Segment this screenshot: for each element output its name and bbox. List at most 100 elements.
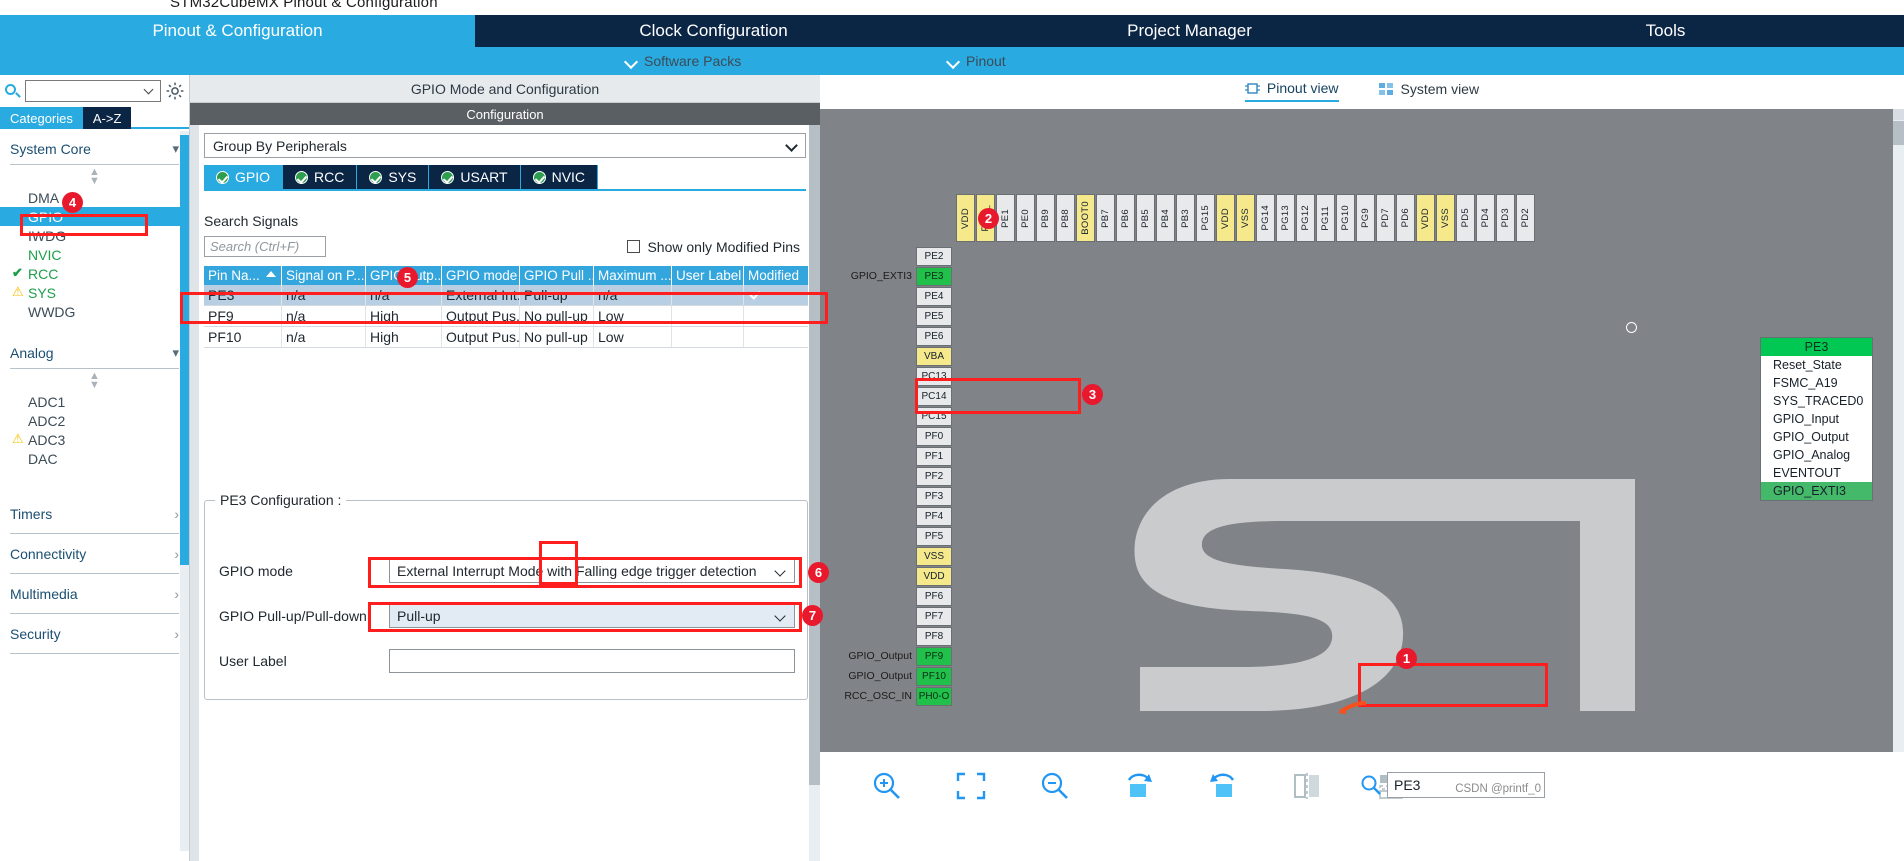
chip-pin-top[interactable]: VDD: [1216, 194, 1235, 242]
sidebar-item-adc2[interactable]: ADC2: [10, 411, 179, 430]
gpio-mode-select[interactable]: External Interrupt Mode with Falling edg…: [389, 559, 795, 583]
cell-modified[interactable]: [744, 285, 808, 305]
chip-pin-top[interactable]: PD4: [1476, 194, 1495, 242]
chip-pin-top[interactable]: PG12: [1296, 194, 1315, 242]
col-user-label[interactable]: User Label: [672, 266, 744, 285]
chip-pin-left[interactable]: PF0: [916, 427, 952, 446]
sidebar-item-dma[interactable]: DMA: [10, 188, 179, 207]
zoom-out-icon[interactable]: [1038, 770, 1072, 802]
chip-pin-top[interactable]: PG14: [1256, 194, 1275, 242]
chip-pin-left[interactable]: PF2: [916, 467, 952, 486]
tab-gpio[interactable]: GPIO: [204, 165, 284, 189]
sidebar-item-gpio[interactable]: GPIO: [0, 207, 180, 226]
chip-pin-top[interactable]: PD7: [1376, 194, 1395, 242]
chip-pin-left[interactable]: PF8: [916, 627, 952, 646]
rotate-left-icon[interactable]: [1122, 770, 1156, 802]
chip-pin-top[interactable]: PB9: [1036, 194, 1055, 242]
tab-usart[interactable]: USART: [429, 165, 521, 189]
chip-pin-top[interactable]: PG10: [1336, 194, 1355, 242]
tab-tools[interactable]: Tools: [1428, 15, 1904, 47]
sidebar-scrollbar[interactable]: [180, 131, 189, 851]
sidebar-section-header[interactable]: Analog ▾: [10, 345, 179, 369]
chip-pin-left[interactable]: PE6: [916, 327, 952, 346]
chip-pin-left[interactable]: PE4: [916, 287, 952, 306]
pin-search-input[interactable]: PE3 CSDN @printf_0: [1387, 772, 1545, 798]
chip-pin-top[interactable]: PG15: [1196, 194, 1215, 242]
sidebar-scroll-spinner[interactable]: ▲ ▼: [10, 369, 179, 391]
chip-pin-top[interactable]: VSS: [1236, 194, 1255, 242]
rotate-right-icon[interactable]: [1206, 770, 1240, 802]
pinout-scrollbar-thumb[interactable]: [1893, 121, 1904, 145]
chip-pin-top[interactable]: PB7: [1096, 194, 1115, 242]
chip-pin-left[interactable]: PC15: [916, 407, 952, 426]
chip-pin-left[interactable]: PF4: [916, 507, 952, 526]
group-by-select[interactable]: Group By Peripherals: [204, 133, 806, 158]
sidebar-section-multimedia[interactable]: Multimedia ›: [10, 574, 179, 614]
sidebar-scrollbar-thumb[interactable]: [180, 135, 189, 565]
signal-search-input[interactable]: Search (Ctrl+F): [204, 236, 326, 257]
chip-pin-top[interactable]: PB5: [1136, 194, 1155, 242]
chip-pin-top[interactable]: PG11: [1316, 194, 1335, 242]
col-gpio-pull[interactable]: GPIO Pull ...: [520, 266, 594, 285]
chip-pin-left[interactable]: VSS: [916, 547, 952, 566]
tab-rcc[interactable]: RCC: [283, 165, 358, 189]
chip-pin-left[interactable]: PF7: [916, 607, 952, 626]
menu-item-sys-traced0[interactable]: SYS_TRACED0: [1761, 392, 1872, 410]
chip-pin-top[interactable]: PD3: [1496, 194, 1515, 242]
chip-pin-top[interactable]: PB4: [1156, 194, 1175, 242]
tab-clock-configuration[interactable]: Clock Configuration: [476, 15, 952, 47]
sidebar-section-security[interactable]: Security ›: [10, 614, 179, 654]
col-modified[interactable]: Modified: [744, 266, 808, 285]
checkbox-icon[interactable]: [627, 240, 641, 253]
sidebar-scroll-spinner[interactable]: ▲ ▼: [10, 165, 179, 187]
chip-pin-top[interactable]: PD6: [1396, 194, 1415, 242]
chip-pin-left[interactable]: PH0-O: [916, 687, 952, 706]
table-row[interactable]: PF10 n/a High Output Pus... No pull-up .…: [204, 327, 808, 348]
menu-item-gpio-output[interactable]: GPIO_Output: [1761, 428, 1872, 446]
chip-pin-left[interactable]: VDD: [916, 567, 952, 586]
tab-sys[interactable]: SYS: [357, 165, 430, 189]
cell-modified[interactable]: [744, 327, 808, 347]
chip-pin-top[interactable]: PG9: [1356, 194, 1375, 242]
table-row[interactable]: PF9 n/a High Output Pus... No pull-up ..…: [204, 306, 808, 327]
tab-project-manager[interactable]: Project Manager: [952, 15, 1428, 47]
chip-pin-left[interactable]: PF10: [916, 667, 952, 686]
sidebar-item-sys[interactable]: ⚠ SYS: [10, 283, 179, 302]
chip-pin-top[interactable]: PD2: [1516, 194, 1535, 242]
pinout-scrollbar[interactable]: [1893, 109, 1904, 827]
menu-item-gpio-analog[interactable]: GPIO_Analog: [1761, 446, 1872, 464]
zoom-in-icon[interactable]: [870, 770, 904, 802]
sidebar-item-nvic[interactable]: NVIC: [10, 245, 179, 264]
tab-pinout-configuration[interactable]: Pinout & Configuration: [0, 15, 476, 47]
chip-pin-top[interactable]: BOOT0: [1076, 194, 1095, 242]
show-only-modified-toggle[interactable]: Show only Modified Pins: [627, 239, 800, 255]
cell-modified[interactable]: [744, 306, 808, 326]
col-pin-name[interactable]: Pin Na...: [204, 266, 282, 285]
tab-pinout-view[interactable]: Pinout view: [1244, 80, 1339, 102]
gpio-pull-select[interactable]: Pull-up: [389, 604, 795, 628]
chip-pin-top[interactable]: PB6: [1116, 194, 1135, 242]
fit-to-screen-icon[interactable]: [954, 770, 988, 802]
chip-pin-top[interactable]: PB8: [1056, 194, 1075, 242]
chip-pin-top[interactable]: PD5: [1456, 194, 1475, 242]
col-signal-on-pin[interactable]: Signal on P...: [282, 266, 366, 285]
chip-pin-left[interactable]: PF9: [916, 647, 952, 666]
scroll-up-arrow[interactable]: [1893, 109, 1904, 120]
chip-pin-left[interactable]: PE5: [916, 307, 952, 326]
chip-pin-left[interactable]: PF1: [916, 447, 952, 466]
sidebar-section-timers[interactable]: Timers ›: [10, 494, 179, 534]
sidebar-tab-a-to-z[interactable]: A->Z: [82, 107, 132, 129]
sidebar-item-dac[interactable]: DAC: [10, 449, 179, 468]
menu-item-reset-state[interactable]: Reset_State: [1761, 356, 1872, 374]
sidebar-item-wwdg[interactable]: WWDG: [10, 302, 179, 321]
sidebar-section-header[interactable]: System Core ▾: [10, 141, 179, 165]
menu-item-gpio-exti3[interactable]: GPIO_EXTI3: [1761, 482, 1872, 500]
menu-item-fsmc-a19[interactable]: FSMC_A19: [1761, 374, 1872, 392]
chip-pin-left[interactable]: PC13: [916, 367, 952, 386]
flip-horizontal-icon[interactable]: [1290, 770, 1324, 802]
chip-pin-top[interactable]: PG13: [1276, 194, 1295, 242]
sidebar-tab-categories[interactable]: Categories: [0, 107, 83, 129]
tab-system-view[interactable]: System view: [1378, 81, 1479, 101]
chip-pin-left[interactable]: PF5: [916, 527, 952, 546]
menu-item-gpio-input[interactable]: GPIO_Input: [1761, 410, 1872, 428]
